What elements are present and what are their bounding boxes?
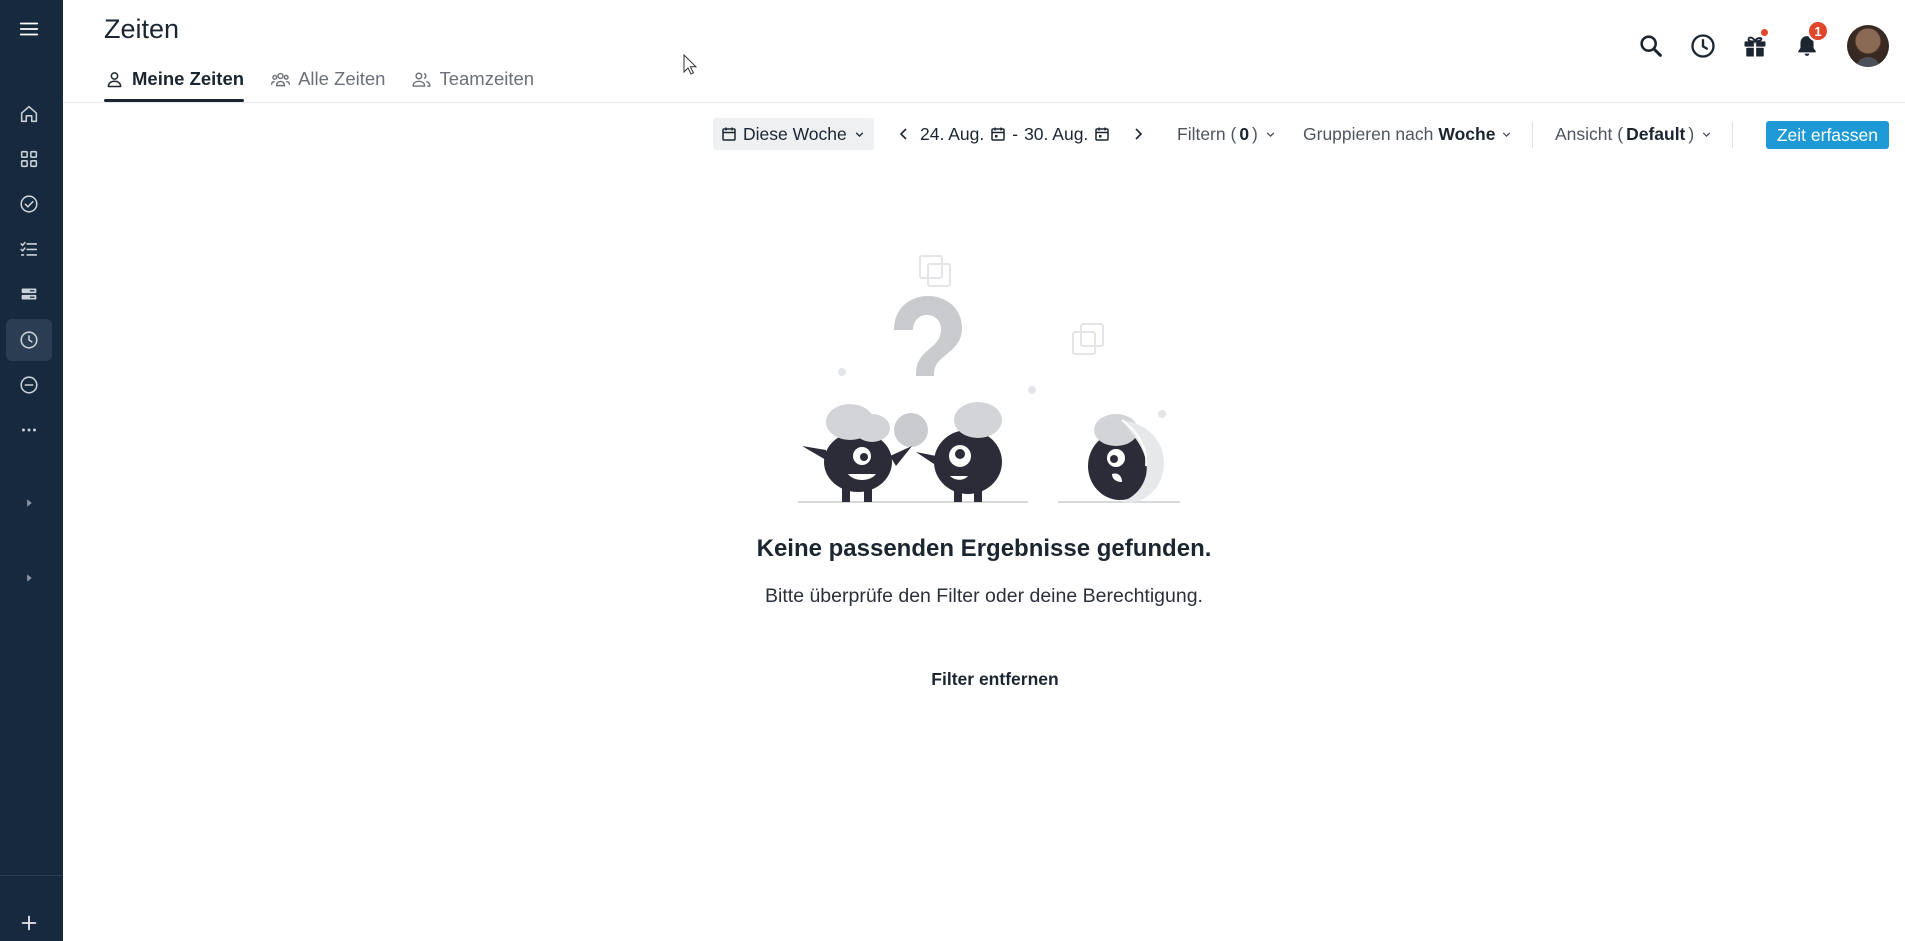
user-avatar[interactable] (1847, 25, 1889, 67)
clock-icon (20, 331, 38, 349)
period-dropdown[interactable]: Diese Woche (713, 118, 874, 150)
group-value: Woche (1438, 123, 1496, 144)
filter-count: 0 (1239, 123, 1250, 144)
toolbar-divider (1732, 122, 1733, 148)
filter-dropdown[interactable]: Filtern (0) (1177, 118, 1277, 150)
hamburger-icon (19, 22, 39, 36)
clock-icon (1691, 34, 1715, 58)
server-icon (21, 288, 37, 300)
calendar-icon[interactable] (1094, 126, 1110, 142)
filter-label: Filtern ( (1177, 123, 1237, 144)
grid-icon (20, 150, 38, 168)
checklist-icon (20, 241, 38, 256)
tab-label: Meine Zeiten (132, 68, 245, 89)
page-title: Zeiten (104, 14, 180, 44)
chevron-down-icon (855, 131, 863, 137)
period-label: Diese Woche (743, 123, 847, 144)
view-suffix: ) (1688, 123, 1695, 144)
sidebar-add-button[interactable] (6, 903, 52, 941)
log-time-button[interactable]: Zeit erfassen (1765, 121, 1889, 149)
page-header: Zeiten Meine Zeiten Alle Zeiten Teamzeit… (63, 0, 1905, 103)
filter-toolbar: Diese Woche 24. Aug. - 30. Aug. Filtern … (63, 118, 1905, 150)
calendar-icon (722, 127, 736, 141)
group-by-dropdown[interactable]: Gruppieren nach Woche (1303, 118, 1513, 150)
next-period-button[interactable] (1129, 118, 1147, 150)
home-icon (20, 105, 38, 123)
users-icon (412, 72, 431, 87)
sidebar-item-absences[interactable] (6, 364, 52, 406)
empty-state-illustration (798, 255, 1180, 503)
tab-label: Teamzeiten (439, 68, 535, 89)
chevron-down-icon (1703, 131, 1711, 137)
empty-state-title-text: Keine passenden Ergebnisse gefunden. (756, 535, 1212, 562)
view-label: Ansicht ( (1555, 123, 1624, 144)
header-actions: 1 (1625, 20, 1889, 68)
notification-badge: 1 (1807, 20, 1829, 42)
empty-state-subtitle: Bitte überprüfe den Filter oder deine Be… (63, 585, 1905, 608)
date-separator: - (1012, 123, 1019, 144)
mouse-cursor-icon (683, 54, 697, 75)
check-circle-icon (20, 195, 38, 213)
more-horizontal-icon (22, 428, 36, 432)
chevron-down-icon (1503, 131, 1511, 137)
tab-meine-zeiten[interactable]: Meine Zeiten (104, 64, 245, 102)
calendar-icon[interactable] (990, 126, 1006, 142)
sidebar-item-more[interactable] (6, 409, 52, 451)
notifications-button[interactable]: 1 (1781, 20, 1833, 68)
minus-circle-icon (20, 376, 38, 394)
gift-indicator-dot (1760, 28, 1769, 37)
date-range: 24. Aug. - 30. Aug. (920, 118, 1110, 150)
menu-toggle-button[interactable] (6, 8, 52, 50)
date-from[interactable]: 24. Aug. (920, 124, 984, 145)
chevron-down-icon (1266, 131, 1275, 137)
gift-button[interactable] (1729, 24, 1781, 68)
sidebar-item-tasks[interactable] (6, 183, 52, 225)
empty-state-title: Keine passenden Ergebnisse gefunden. (63, 535, 1905, 563)
sidebar-item-times[interactable] (6, 319, 52, 361)
sidebar-item-home[interactable] (6, 93, 52, 135)
search-button[interactable] (1625, 24, 1677, 68)
tab-bar: Meine Zeiten Alle Zeiten Teamzeiten (104, 64, 534, 102)
sidebar-divider (0, 875, 63, 876)
clear-filter-button[interactable]: Filter entfernen (920, 663, 1070, 695)
search-icon (1640, 35, 1662, 57)
timer-button[interactable] (1677, 24, 1729, 68)
chevron-right-icon (1135, 128, 1143, 140)
filter-suffix: ) (1252, 123, 1258, 144)
sidebar-expand-toggle-2[interactable] (6, 557, 52, 599)
sidebar-item-dashboard[interactable] (6, 138, 52, 180)
sidebar-item-projects[interactable] (6, 273, 52, 315)
caret-right-icon (27, 499, 32, 507)
tab-teamzeiten[interactable]: Teamzeiten (411, 64, 534, 102)
date-to[interactable]: 30. Aug. (1024, 124, 1088, 145)
users-group-icon (270, 72, 291, 86)
previous-period-button[interactable] (895, 118, 913, 150)
empty-state-subtitle-text: Bitte überprüfe den Filter oder deine Be… (765, 585, 1203, 607)
group-label: Gruppieren nach (1303, 123, 1434, 144)
plus-icon (21, 915, 37, 931)
tab-label: Alle Zeiten (298, 68, 386, 89)
sidebar-expand-toggle-1[interactable] (6, 482, 52, 524)
view-dropdown[interactable]: Ansicht (Default) (1555, 118, 1713, 150)
tab-alle-zeiten[interactable]: Alle Zeiten (270, 64, 385, 102)
toolbar-divider (1532, 122, 1533, 148)
caret-right-icon (27, 574, 32, 582)
user-icon (107, 71, 122, 87)
sidebar (0, 0, 63, 941)
sidebar-item-checklist[interactable] (6, 228, 52, 270)
view-value: Default (1626, 123, 1686, 144)
chevron-left-icon (899, 128, 907, 140)
